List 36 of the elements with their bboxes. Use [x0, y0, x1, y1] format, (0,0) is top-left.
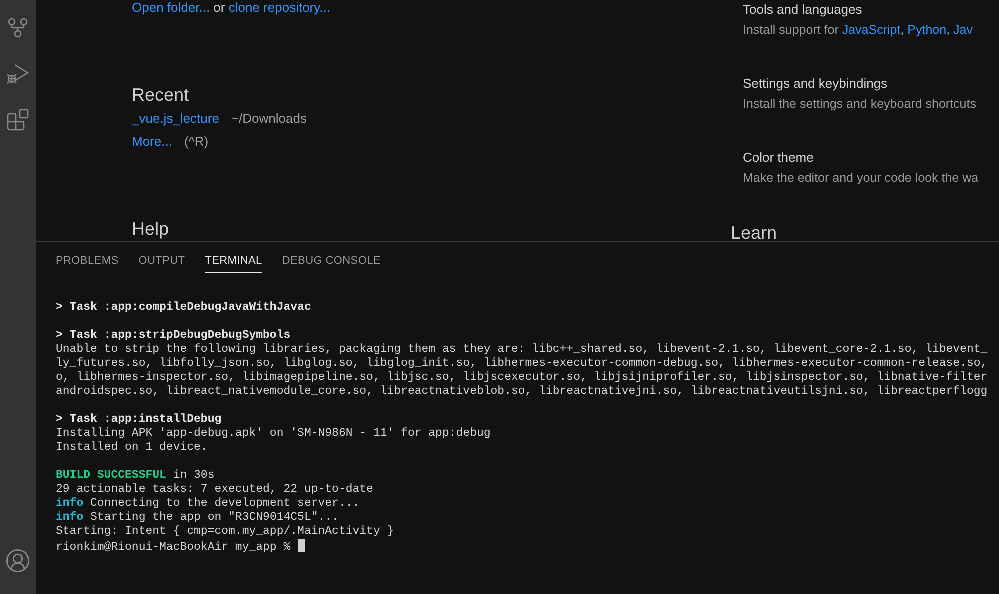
terminal-line: androidspec.so, libreact_nativemodule_core.so, libreactnativeblob.so, libreactnativejni.so, libreactnativeutilsjni.so, libreactperflogg	[56, 385, 988, 398]
walkthrough-title[interactable]: Settings and keybindings	[743, 76, 999, 92]
terminal-line: BUILD SUCCESSFUL in 30s	[56, 469, 215, 482]
walkthrough-title[interactable]: Tools and languages	[743, 2, 999, 18]
terminal-line: rionkim@Rionui-MacBookAir my_app %	[56, 541, 292, 554]
terminal-line: o, libhermes-inspector.so, libimagepipeline.so, libjsc.so, libjscexecutor.so, libjsijniprofiler.so, libjsinspector.so, libnative-filter	[56, 371, 988, 384]
folder-path: ~/Downloads	[231, 111, 307, 127]
branch-icon[interactable]	[6, 16, 30, 40]
terminal-line: info Starting the app on "R3CN9014C5L"...	[56, 511, 339, 524]
blocks-icon[interactable]	[6, 108, 30, 132]
walkthrough-description: Install support for JavaScript, Python, Jav	[743, 22, 974, 38]
terminal-line: Starting: Intent { cmp=com.my_app/.MainActivity }	[56, 525, 394, 538]
walkthrough-description: Make the editor and your code look the wa	[743, 170, 980, 186]
play-bug-icon[interactable]	[6, 62, 30, 86]
account-icon[interactable]	[5, 548, 31, 574]
section-heading: Recent	[132, 84, 190, 106]
terminal-line: > Task :app:compileDebugJavaWithJavac	[56, 301, 312, 314]
panel-tab[interactable]: DEBUG CONSOLE	[282, 254, 381, 273]
walkthrough-title[interactable]: Color theme	[743, 150, 999, 166]
panel-tab[interactable]: TERMINAL	[205, 254, 262, 273]
terminal-line: ly_futures.so, libfolly_json.so, libglog.so, libglog_init.so, libhermes-executor-common-debug.so, libhermes-executor-common-release.so,	[56, 357, 988, 370]
start-links: Open folder... or clone repository...	[132, 0, 332, 16]
terminal-line: Installing APK 'app-debug.apk' on 'SM-N986N - 11' for app:debug	[56, 427, 491, 440]
terminal-line: Installed on 1 device.	[56, 441, 208, 454]
section-heading: Learn	[731, 222, 778, 241]
walkthrough-description: Install the settings and keyboard shortcuts	[743, 96, 978, 112]
recent-folder-link[interactable]: _vue.js_lecture	[132, 111, 220, 127]
panel-tab[interactable]: PROBLEMS	[56, 254, 119, 273]
shortcut-hint: (^R)	[184, 134, 209, 150]
panel-tab[interactable]: OUTPUT	[138, 254, 186, 273]
terminal-line: > Task :app:installDebug	[56, 413, 222, 426]
terminal-line: info Connecting to the development server...	[56, 497, 360, 510]
terminal-line: Unable to strip the following libraries, packaging them as they are: libc++_shared.so, libevent-2.1.so, libevent_core-2.1.so, libevent_	[56, 343, 988, 356]
terminal-line: 29 actionable tasks: 7 executed, 22 up-to-date	[56, 483, 374, 496]
terminal-line: > Task :app:stripDebugDebugSymbols	[56, 329, 291, 342]
more-link[interactable]: More...	[132, 134, 172, 150]
